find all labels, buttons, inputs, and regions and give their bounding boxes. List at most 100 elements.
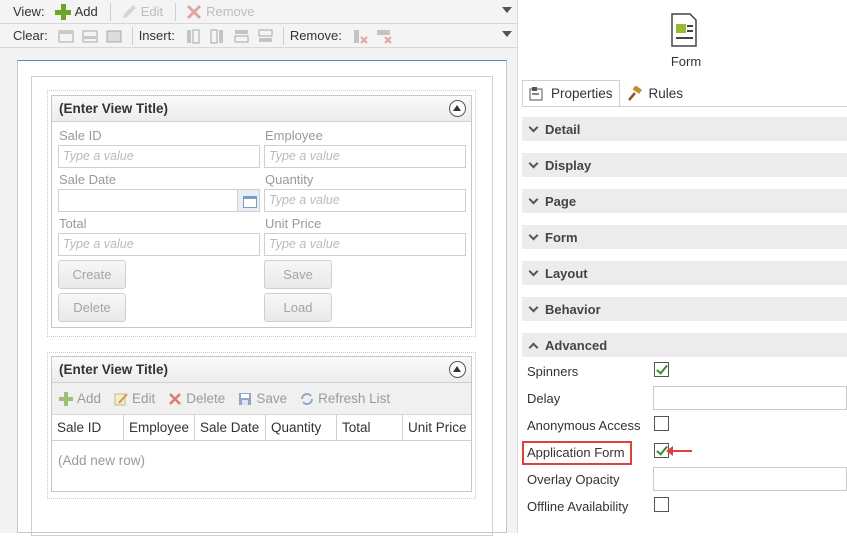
edit-view-button[interactable]: Edit — [117, 3, 163, 21]
collapse-icon[interactable] — [449, 100, 466, 117]
sale-id-input[interactable]: Type a value — [58, 145, 260, 168]
properties-icon — [529, 86, 545, 102]
sale-id-label: Sale ID — [59, 128, 102, 143]
list-delete-label: Delete — [186, 391, 226, 406]
designer-pane: View: Add Edit Remove Clear: Insert: Rem… — [0, 0, 517, 536]
overlay-opacity-input[interactable] — [653, 467, 847, 491]
section-label: Display — [545, 157, 592, 173]
view-title: (Enter View Title) — [59, 101, 169, 116]
add-new-row[interactable]: (Add new row) — [52, 441, 471, 480]
calendar-icon[interactable] — [237, 189, 260, 212]
offline-availability-label: Offline Availability — [527, 499, 629, 514]
arrow-left-icon — [666, 446, 692, 456]
list-view[interactable]: (Enter View Title) Add Edit Delete Save … — [51, 356, 472, 492]
list-toolbar: Add Edit Delete Save Refresh List — [52, 383, 471, 415]
form-area: (Enter View Title) Sale ID Employee Type… — [31, 76, 493, 536]
load-button[interactable]: Load — [264, 293, 332, 322]
add-view-button[interactable]: Add — [51, 3, 98, 21]
insert-column-right-icon[interactable] — [208, 27, 226, 45]
tab-rules[interactable]: Rules — [620, 80, 691, 107]
plus-icon — [54, 3, 72, 21]
section-label: Layout — [545, 265, 588, 281]
tab-properties-label: Properties — [551, 86, 613, 101]
insert-column-left-icon[interactable] — [184, 27, 202, 45]
remove-label: Remove: — [289, 28, 342, 43]
column-header[interactable]: Employee — [124, 415, 195, 440]
toolbar-caret-icon[interactable] — [502, 31, 512, 37]
chevron-down-icon — [528, 230, 539, 240]
chevron-down-icon — [528, 266, 539, 276]
clear-label: Clear: — [13, 28, 48, 43]
remove-view-label: Remove — [206, 4, 255, 19]
delete-button[interactable]: Delete — [58, 293, 126, 322]
offline-availability-checkbox[interactable] — [654, 497, 669, 512]
clear-row-icon[interactable] — [81, 27, 99, 45]
item-view[interactable]: (Enter View Title) Sale ID Employee Type… — [51, 95, 472, 328]
remove-row-icon[interactable] — [375, 27, 393, 45]
create-button[interactable]: Create — [58, 260, 126, 289]
column-header[interactable]: Quantity — [266, 415, 337, 440]
section-label: Form — [545, 229, 578, 245]
section-advanced[interactable]: Advanced — [522, 333, 847, 357]
x-icon — [167, 391, 183, 407]
column-header[interactable]: Sale Date — [195, 415, 266, 440]
column-header[interactable]: Sale ID — [52, 415, 124, 440]
total-label: Total — [59, 216, 87, 231]
section-layout[interactable]: Layout — [522, 261, 847, 285]
chevron-down-icon — [528, 158, 539, 168]
tab-properties[interactable]: Properties — [522, 80, 620, 107]
sale-date-label: Sale Date — [59, 172, 117, 187]
spinners-checkbox[interactable] — [654, 362, 669, 377]
form-icon — [671, 13, 697, 47]
sale-date-input[interactable] — [58, 189, 238, 212]
anonymous-access-checkbox[interactable] — [654, 416, 669, 431]
collapse-icon[interactable] — [449, 361, 466, 378]
remove-column-icon[interactable] — [351, 27, 369, 45]
section-display[interactable]: Display — [522, 153, 847, 177]
chevron-down-icon — [528, 194, 539, 204]
plus-icon — [58, 391, 74, 407]
employee-input[interactable]: Type a value — [264, 145, 466, 168]
spinners-label: Spinners — [527, 364, 579, 379]
insert-row-above-icon[interactable] — [232, 27, 250, 45]
edit-view-label: Edit — [140, 4, 164, 19]
list-edit-button[interactable]: Edit — [113, 391, 155, 407]
insert-row-below-icon[interactable] — [256, 27, 274, 45]
section-behavior[interactable]: Behavior — [522, 297, 847, 321]
column-header[interactable]: Unit Price — [403, 415, 471, 440]
tabs-divider — [522, 106, 847, 107]
refresh-icon — [299, 391, 315, 407]
edit-icon — [113, 391, 129, 407]
clear-cell-icon[interactable] — [57, 27, 75, 45]
properties-pane: Form Properties Rules Detail Display Pag… — [517, 0, 847, 533]
section-label: Behavior — [545, 301, 601, 317]
section-label: Detail — [545, 121, 581, 137]
object-caption: Form — [670, 54, 702, 69]
unit-price-input[interactable]: Type a value — [264, 233, 466, 256]
chevron-down-icon — [528, 122, 539, 132]
list-add-button[interactable]: Add — [58, 391, 101, 407]
toolbar-caret-icon[interactable] — [502, 7, 512, 13]
insert-label: Insert: — [138, 28, 175, 43]
properties-tabs: Properties Rules — [522, 80, 690, 107]
clear-table-icon[interactable] — [105, 27, 123, 45]
layout-toolbar: Clear: Insert: Remove: — [0, 24, 517, 48]
view-header: (Enter View Title) — [52, 96, 471, 122]
view-label: View: — [13, 4, 45, 19]
refresh-list-button[interactable]: Refresh List — [299, 391, 390, 407]
list-save-button[interactable]: Save — [237, 391, 287, 407]
section-page[interactable]: Page — [522, 189, 847, 213]
section-label: Page — [545, 193, 577, 209]
section-detail[interactable]: Detail — [522, 117, 847, 141]
save-button[interactable]: Save — [264, 260, 332, 289]
total-input[interactable]: Type a value — [58, 233, 260, 256]
refresh-list-label: Refresh List — [318, 391, 391, 406]
anonymous-access-label: Anonymous Access — [527, 418, 641, 433]
section-form[interactable]: Form — [522, 225, 847, 249]
list-delete-button[interactable]: Delete — [167, 391, 225, 407]
remove-view-button[interactable]: Remove — [182, 3, 255, 21]
column-header[interactable]: Total — [337, 415, 403, 440]
delay-input[interactable] — [653, 386, 847, 410]
toolbar-separator — [109, 2, 111, 21]
quantity-input[interactable]: Type a value — [264, 189, 466, 212]
